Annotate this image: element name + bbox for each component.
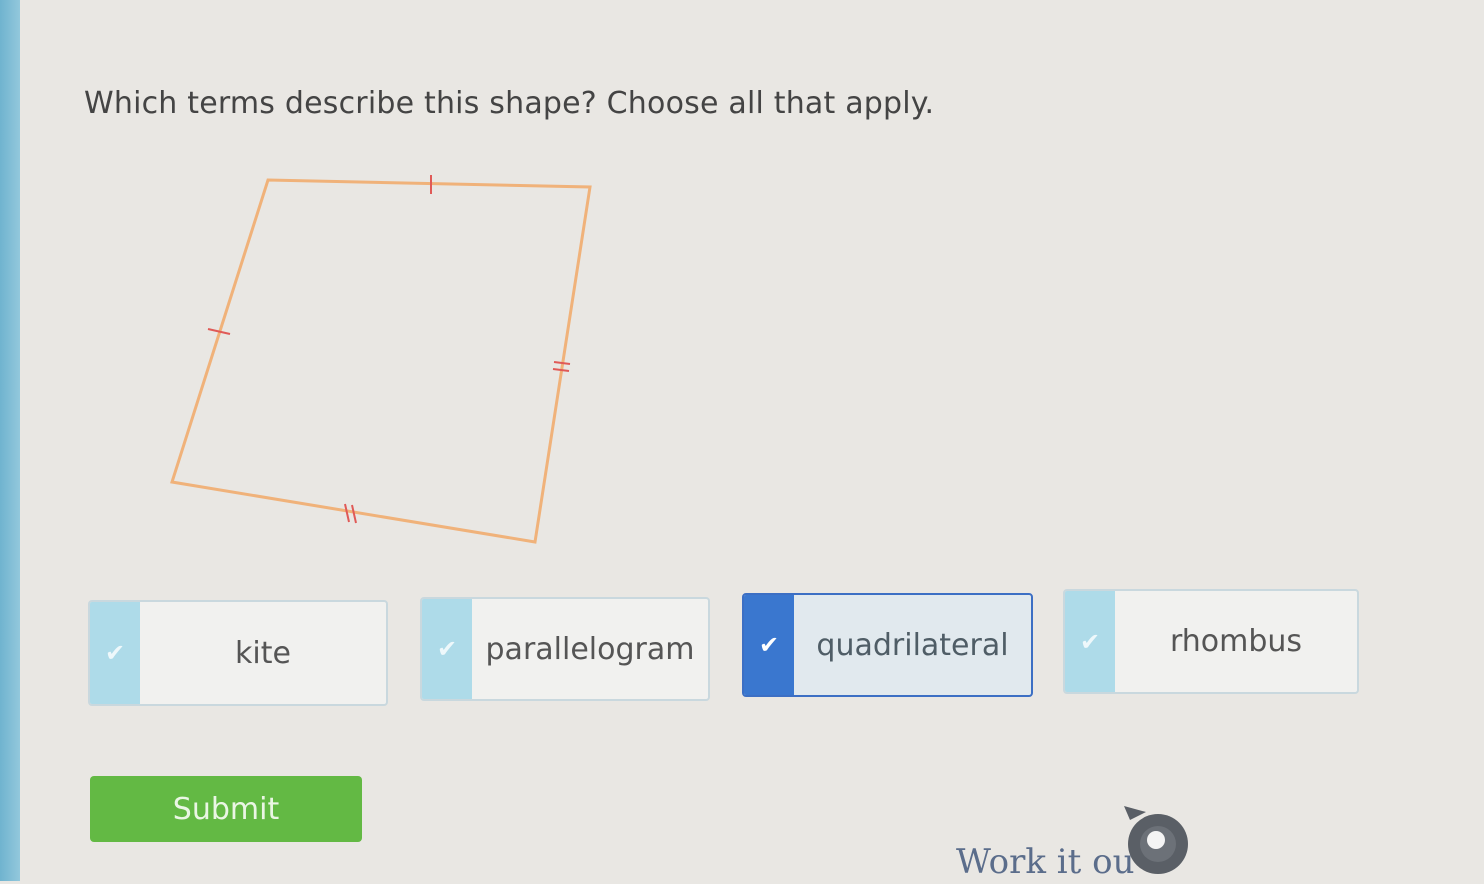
question-text: Which terms describe this shape? Choose … [84, 86, 935, 121]
quadrilateral-svg [170, 175, 592, 544]
submit-button[interactable]: Submit [90, 776, 362, 842]
work-it-out-icon[interactable] [1120, 804, 1196, 880]
choice-label-parallelogram: parallelogram [485, 631, 695, 667]
quadrilateral-figure [160, 170, 600, 550]
checkmark-icon: ✔ [90, 602, 140, 704]
choice-kite[interactable]: ✔ kite [88, 600, 388, 706]
work-it-out-link[interactable]: Work it ou [956, 842, 1134, 882]
left-sidebar-strip [0, 0, 20, 881]
choice-rhombus[interactable]: ✔ rhombus [1063, 589, 1359, 694]
choice-parallelogram[interactable]: ✔ parallelogram [420, 597, 710, 701]
choice-label-quadrilateral: quadrilateral [816, 627, 1009, 663]
choice-quadrilateral[interactable]: ✔ quadrilateral [742, 593, 1033, 697]
checkmark-icon: ✔ [1065, 591, 1115, 692]
double-tick-bottom [344, 503, 357, 524]
choice-label-rhombus: rhombus [1169, 624, 1303, 659]
quadrilateral-outline [170, 178, 592, 544]
choice-label-kite: kite [235, 635, 291, 671]
checkmark-icon: ✔ [744, 595, 794, 695]
checkmark-icon: ✔ [422, 599, 472, 699]
